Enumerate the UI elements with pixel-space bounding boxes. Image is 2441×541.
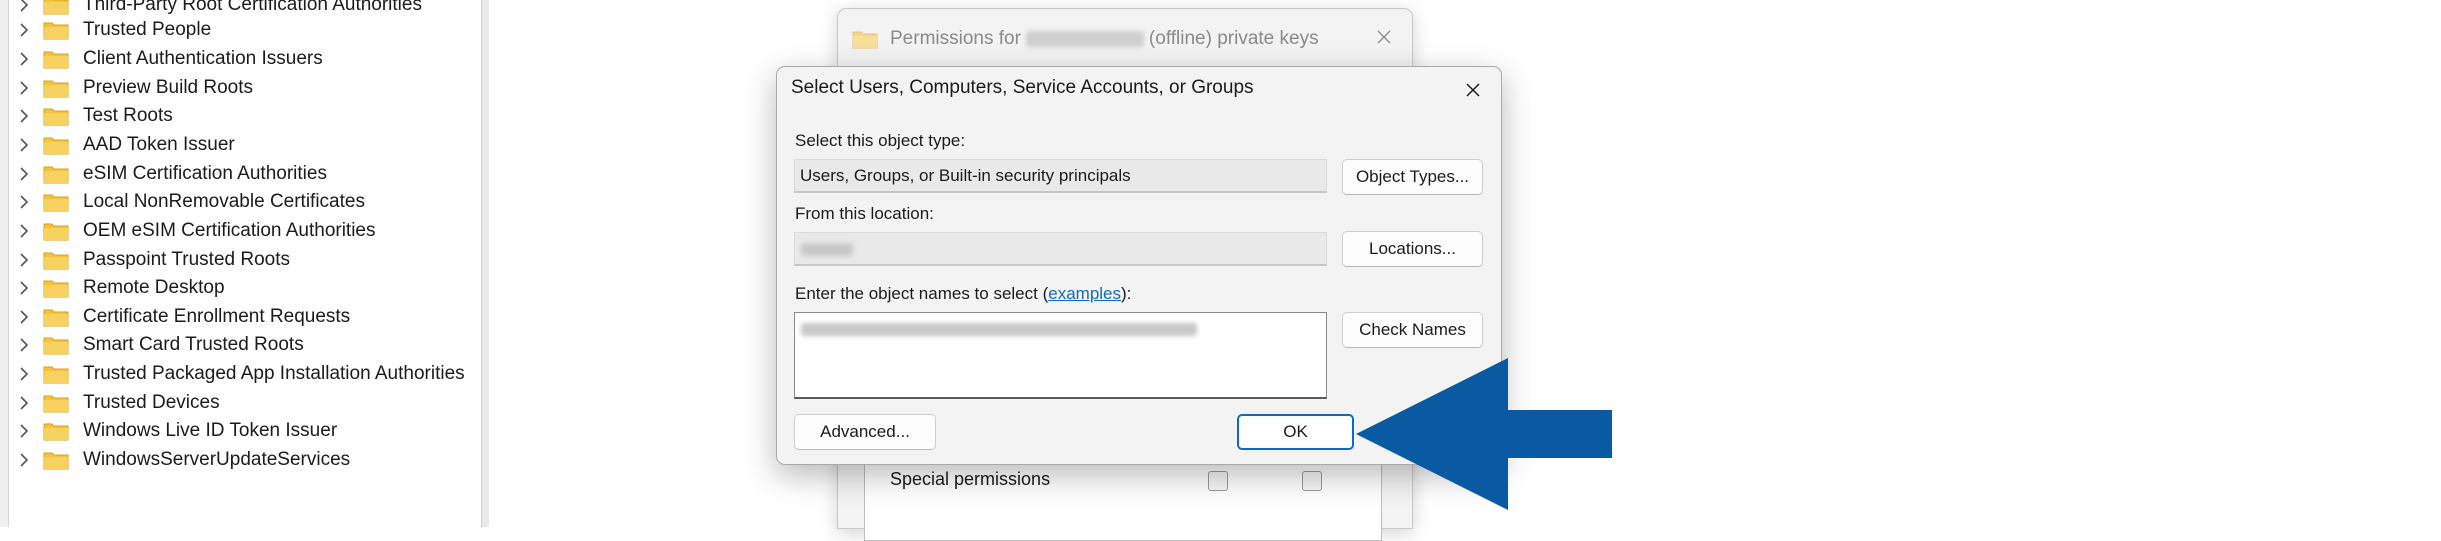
object-names-label: Enter the object names to select (exampl… bbox=[795, 284, 1131, 304]
chevron-right-icon[interactable] bbox=[9, 310, 39, 324]
redacted-location bbox=[801, 243, 853, 256]
tree-item-label: Trusted Devices bbox=[83, 392, 220, 413]
chevron-right-icon[interactable] bbox=[9, 81, 39, 95]
ok-button[interactable]: OK bbox=[1237, 414, 1354, 450]
folder-icon bbox=[43, 78, 69, 98]
folder-icon bbox=[43, 421, 69, 441]
folder-icon bbox=[43, 0, 69, 15]
tree-item[interactable]: Client Authentication Issuers bbox=[9, 45, 323, 73]
dialog-title: Select Users, Computers, Service Account… bbox=[791, 77, 1254, 98]
tree-item-label: Certificate Enrollment Requests bbox=[83, 306, 351, 327]
close-icon[interactable] bbox=[1370, 23, 1398, 51]
tree-item-label: Windows Live ID Token Issuer bbox=[83, 420, 338, 441]
tree-item[interactable]: WindowsServerUpdateServices bbox=[9, 446, 350, 474]
chevron-right-icon[interactable] bbox=[9, 52, 39, 66]
folder-icon bbox=[43, 307, 69, 327]
folder-icon bbox=[43, 164, 69, 184]
folder-icon bbox=[43, 278, 69, 298]
tree-item-label: Trusted People bbox=[83, 19, 212, 40]
chevron-right-icon[interactable] bbox=[9, 281, 39, 295]
chevron-right-icon[interactable] bbox=[9, 224, 39, 238]
chevron-right-icon[interactable] bbox=[9, 23, 39, 37]
certificate-store-tree: Third-Party Root Certification Authoriti… bbox=[9, 0, 481, 527]
chevron-right-icon[interactable] bbox=[9, 453, 39, 467]
tree-item-label: Test Roots bbox=[83, 105, 173, 126]
tree-item-label: Smart Card Trusted Roots bbox=[83, 334, 304, 355]
check-names-button[interactable]: Check Names bbox=[1342, 312, 1483, 348]
object-types-button[interactable]: Object Types... bbox=[1342, 159, 1483, 195]
tree-item[interactable]: Trusted People bbox=[9, 16, 211, 44]
arrow-left-icon bbox=[1356, 358, 1612, 510]
permissions-title-prefix: Permissions for bbox=[890, 28, 1021, 49]
tree-item-label: Remote Desktop bbox=[83, 277, 225, 298]
allow-checkbox[interactable] bbox=[1208, 471, 1228, 491]
tree-item[interactable]: Windows Live ID Token Issuer bbox=[9, 417, 337, 445]
tree-item[interactable]: Remote Desktop bbox=[9, 274, 225, 302]
chevron-right-icon[interactable] bbox=[9, 109, 39, 123]
object-type-field: Users, Groups, or Built-in security prin… bbox=[794, 159, 1327, 193]
advanced-button[interactable]: Advanced... bbox=[794, 414, 936, 450]
chevron-right-icon[interactable] bbox=[9, 424, 39, 438]
tree-item-label: OEM eSIM Certification Authorities bbox=[83, 220, 376, 241]
tree-item[interactable]: Trusted Devices bbox=[9, 389, 220, 417]
chevron-right-icon[interactable] bbox=[9, 367, 39, 381]
tree-item[interactable]: Smart Card Trusted Roots bbox=[9, 331, 304, 359]
permissions-title-suffix: (offline) private keys bbox=[1148, 28, 1319, 49]
tree-item[interactable]: Preview Build Roots bbox=[9, 74, 253, 102]
tree-item-label: Client Authentication Issuers bbox=[83, 48, 323, 69]
tree-item-label: WindowsServerUpdateServices bbox=[83, 449, 351, 470]
folder-icon bbox=[43, 221, 69, 241]
folder-icon bbox=[43, 49, 69, 69]
folder-icon bbox=[43, 250, 69, 270]
chevron-right-icon[interactable] bbox=[9, 396, 39, 410]
location-field bbox=[794, 232, 1327, 266]
left-edge-strip bbox=[0, 0, 9, 527]
object-names-label-prefix: Enter the object names to select ( bbox=[795, 284, 1049, 303]
folder-icon bbox=[43, 106, 69, 126]
tree-item[interactable]: Certificate Enrollment Requests bbox=[9, 303, 350, 331]
location-label: From this location: bbox=[795, 204, 934, 223]
chevron-right-icon[interactable] bbox=[9, 138, 39, 152]
permission-row-label: Special permissions bbox=[890, 469, 1051, 489]
folder-icon bbox=[43, 135, 69, 155]
chevron-right-icon[interactable] bbox=[9, 338, 39, 352]
tree-item-label: Trusted Packaged App Installation Author… bbox=[83, 363, 465, 384]
permissions-dialog-title: Permissions for (offline) private keys bbox=[852, 19, 1319, 59]
tree-item[interactable]: Passpoint Trusted Roots bbox=[9, 246, 290, 274]
tree-item-label: AAD Token Issuer bbox=[83, 134, 235, 155]
chevron-right-icon[interactable] bbox=[9, 167, 39, 181]
tree-item-label: eSIM Certification Authorities bbox=[83, 163, 327, 184]
folder-icon bbox=[43, 450, 69, 470]
folder-icon bbox=[43, 192, 69, 212]
redacted-object-names bbox=[801, 323, 1197, 336]
folder-icon bbox=[43, 364, 69, 384]
tree-item-label: Passpoint Trusted Roots bbox=[83, 249, 290, 270]
tree-item-label: Preview Build Roots bbox=[83, 77, 254, 98]
close-icon[interactable] bbox=[1457, 75, 1489, 105]
tree-item[interactable]: AAD Token Issuer bbox=[9, 131, 235, 159]
tree-item-label: Local NonRemovable Certificates bbox=[83, 191, 365, 212]
chevron-right-icon[interactable] bbox=[9, 195, 39, 209]
object-type-label: Select this object type: bbox=[795, 131, 966, 150]
object-names-label-suffix: ): bbox=[1121, 284, 1132, 303]
chevron-right-icon[interactable] bbox=[9, 0, 39, 12]
tree-item[interactable]: eSIM Certification Authorities bbox=[9, 160, 327, 188]
folder-icon bbox=[852, 29, 878, 49]
redacted-name bbox=[1025, 31, 1144, 47]
folder-icon bbox=[43, 20, 69, 40]
tree-item[interactable]: Local NonRemovable Certificates bbox=[9, 188, 365, 216]
tree-item[interactable]: OEM eSIM Certification Authorities bbox=[9, 217, 376, 245]
deny-checkbox[interactable] bbox=[1302, 471, 1322, 491]
tree-item[interactable]: Test Roots bbox=[9, 102, 173, 130]
chevron-right-icon[interactable] bbox=[9, 253, 39, 267]
tree-item[interactable]: Trusted Packaged App Installation Author… bbox=[9, 360, 465, 388]
folder-icon bbox=[43, 393, 69, 413]
tree-item-label: Third-Party Root Certification Authoriti… bbox=[83, 0, 422, 15]
object-names-input[interactable] bbox=[794, 312, 1327, 399]
locations-button[interactable]: Locations... bbox=[1342, 231, 1483, 267]
folder-icon bbox=[43, 335, 69, 355]
examples-link[interactable]: examples bbox=[1048, 284, 1121, 303]
